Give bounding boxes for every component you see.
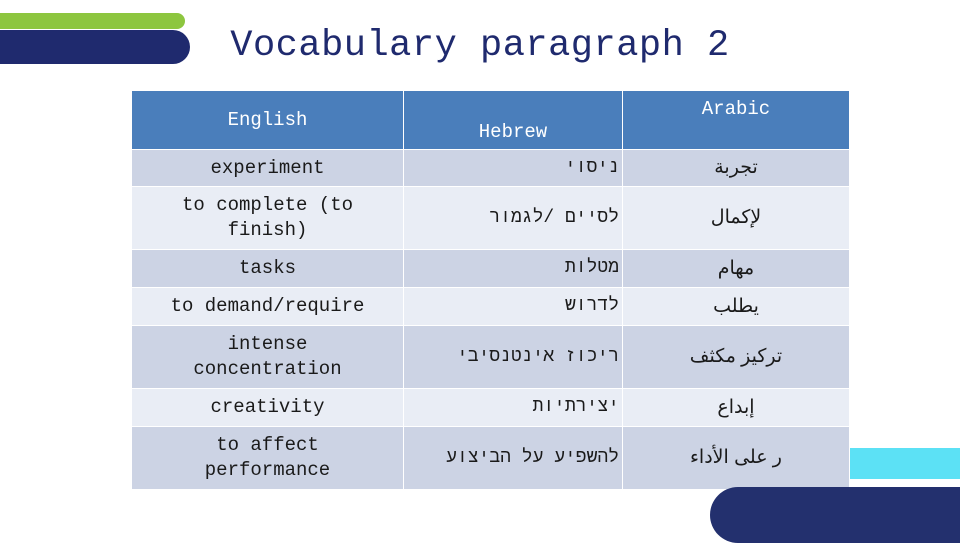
table-row: to complete (to finish) לסיים /לגמור لإك… xyxy=(132,187,849,249)
cell-hebrew: להשפיע על הביצוע xyxy=(404,427,622,489)
vocabulary-table: English Hebrew Arabic experiment ניסוי ت… xyxy=(131,90,850,490)
cell-arabic: ر على الأداء xyxy=(623,427,849,489)
cell-arabic: يطلب xyxy=(623,288,849,325)
table-row: to affect performance להשפיע על הביצוע ر… xyxy=(132,427,849,489)
cell-hebrew: לדרוש xyxy=(404,288,622,325)
cell-hebrew: יצירתיות xyxy=(404,389,622,426)
cell-english: experiment xyxy=(132,150,403,186)
english-line: tasks xyxy=(238,257,296,279)
cell-english: intense concentration xyxy=(132,326,403,388)
cyan-accent-rectangle xyxy=(850,448,960,479)
cell-arabic: تجربة xyxy=(623,150,849,186)
english-line: to affect xyxy=(216,434,319,456)
english-line: to demand/require xyxy=(170,295,365,317)
cell-hebrew: ריכוז אינטנסיבי xyxy=(404,326,622,388)
table-row: experiment ניסוי تجربة xyxy=(132,150,849,186)
english-line: to complete (to xyxy=(181,194,354,216)
navy-accent-pill xyxy=(710,487,960,543)
column-header-hebrew: Hebrew xyxy=(404,91,622,149)
cell-english: tasks xyxy=(132,250,403,287)
cell-english: to demand/require xyxy=(132,288,403,325)
table-header-row: English Hebrew Arabic xyxy=(132,91,849,149)
table-header: English Hebrew Arabic xyxy=(132,91,849,149)
table-row: creativity יצירתיות إبداع xyxy=(132,389,849,426)
english-line: intense xyxy=(227,333,308,355)
cell-arabic: لإكمال xyxy=(623,187,849,249)
table-row: intense concentration ריכוז אינטנסיבי تر… xyxy=(132,326,849,388)
cell-arabic: مهام xyxy=(623,250,849,287)
table-row: to demand/require לדרוש يطلب xyxy=(132,288,849,325)
cell-english: to affect performance xyxy=(132,427,403,489)
english-line: finish) xyxy=(227,219,308,241)
page-title: Vocabulary paragraph 2 xyxy=(230,25,730,67)
cell-hebrew: לסיים /לגמור xyxy=(404,187,622,249)
table-body: experiment ניסוי تجربة to complete (to f… xyxy=(132,150,849,489)
cell-english: creativity xyxy=(132,389,403,426)
cell-hebrew: מטלות xyxy=(404,250,622,287)
english-line: experiment xyxy=(210,156,325,179)
english-line: performance xyxy=(204,459,331,481)
cell-hebrew: ניסוי xyxy=(404,150,622,186)
english-line: creativity xyxy=(210,396,325,418)
column-header-arabic: Arabic xyxy=(623,91,849,149)
column-header-english: English xyxy=(132,91,403,149)
cell-english: to complete (to finish) xyxy=(132,187,403,249)
table-row: tasks מטלות مهام xyxy=(132,250,849,287)
cell-arabic: إبداع xyxy=(623,389,849,426)
cell-arabic: تركيز مكثف xyxy=(623,326,849,388)
english-line: concentration xyxy=(193,358,342,380)
